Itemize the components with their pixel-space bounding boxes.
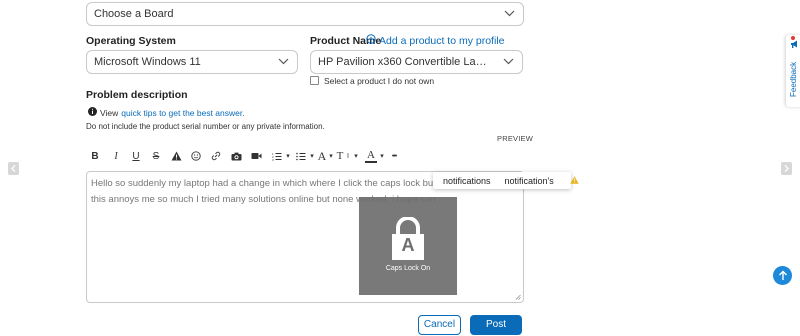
chevron-down-icon[interactable]: ▾	[283, 148, 293, 164]
board-select[interactable]: Choose a Board	[86, 2, 524, 26]
font-family-button[interactable]: A	[317, 148, 327, 164]
strikethrough-button[interactable]: S	[149, 148, 163, 164]
add-product-link-text: Add a product to my profile	[379, 34, 505, 47]
chevron-right-icon	[784, 165, 789, 172]
bullet-list-icon[interactable]	[295, 148, 307, 164]
post-button[interactable]: Post	[470, 315, 522, 335]
chevron-down-icon[interactable]: ▾	[351, 148, 361, 164]
caps-lock-letter: A	[401, 235, 415, 255]
chevron-down-icon	[278, 51, 289, 65]
caps-lock-overlay: A Caps Lock On	[359, 197, 457, 295]
spellcheck-popup: notifications notification's	[433, 172, 579, 189]
warning-icon	[570, 175, 579, 186]
preview-tab[interactable]: PREVIEW	[497, 134, 533, 143]
caps-lock-text: Caps Lock On	[385, 265, 431, 272]
tips-prefix: View	[100, 107, 119, 118]
spell-suggestion[interactable]: notifications	[443, 176, 491, 186]
chevron-down-icon	[504, 3, 515, 17]
editor-line: Hello so suddenly my laptop had a change…	[91, 178, 436, 189]
arrow-up-icon	[778, 270, 787, 280]
chevron-down-icon[interactable]: ▾	[327, 148, 335, 164]
spoiler-warning-icon[interactable]	[169, 148, 183, 164]
link-icon[interactable]	[209, 148, 223, 164]
emoji-icon[interactable]	[189, 148, 203, 164]
numbered-list-icon[interactable]: 123	[271, 148, 283, 164]
scroll-to-top-button[interactable]	[773, 266, 792, 285]
unowned-product-label: Select a product I do not own	[324, 76, 435, 86]
feedback-label[interactable]: Feedback	[789, 62, 798, 97]
os-select[interactable]: Microsoft Windows 11	[86, 50, 298, 74]
text-color-button[interactable]: A	[365, 149, 377, 163]
product-select[interactable]: HP Pavilion x360 Convertible Laptop PC 1…	[310, 50, 523, 74]
next-arrow-button[interactable]	[781, 162, 792, 175]
chevron-down-icon[interactable]: ▾	[377, 148, 387, 164]
font-size-button[interactable]: T	[335, 148, 345, 164]
unowned-product-checkbox[interactable]	[310, 76, 319, 85]
privacy-warning: Do not include the product serial number…	[86, 122, 325, 131]
problem-label: Problem description	[86, 89, 188, 101]
info-icon	[88, 107, 97, 118]
os-label: Operating System	[86, 35, 176, 47]
video-icon[interactable]	[249, 148, 263, 164]
editor-toolbar: B I U S 123 ▾ ▾ A ▾ T I ▾ A ▾ •••	[88, 148, 401, 164]
bold-button[interactable]: B	[88, 148, 102, 164]
prev-arrow-button[interactable]	[8, 162, 19, 175]
more-options-button[interactable]: •••	[387, 148, 401, 164]
italic-button[interactable]: I	[109, 148, 123, 164]
megaphone-icon	[791, 40, 797, 48]
tips-row: View quick tips to get the best answer.	[88, 107, 245, 118]
spell-suggestion[interactable]: notification's	[505, 176, 554, 186]
chevron-down-icon[interactable]: ▾	[307, 148, 317, 164]
quick-tips-link[interactable]: quick tips to get the best answer.	[121, 108, 244, 118]
chevron-down-icon	[503, 51, 514, 65]
board-select-value: Choose a Board	[94, 8, 174, 20]
camera-icon[interactable]	[229, 148, 243, 164]
underline-button[interactable]: U	[129, 148, 143, 164]
add-product-link[interactable]: Add a product to my profile	[366, 34, 504, 47]
chevron-left-icon	[11, 165, 16, 172]
alert-dot	[791, 36, 795, 40]
resize-handle-icon[interactable]	[515, 294, 521, 300]
cancel-button[interactable]: Cancel	[418, 315, 461, 335]
product-select-value: HP Pavilion x360 Convertible Laptop PC 1…	[318, 56, 522, 68]
svg-text:3: 3	[272, 158, 274, 161]
os-select-value: Microsoft Windows 11	[94, 56, 201, 68]
plus-circle-icon	[366, 34, 376, 47]
